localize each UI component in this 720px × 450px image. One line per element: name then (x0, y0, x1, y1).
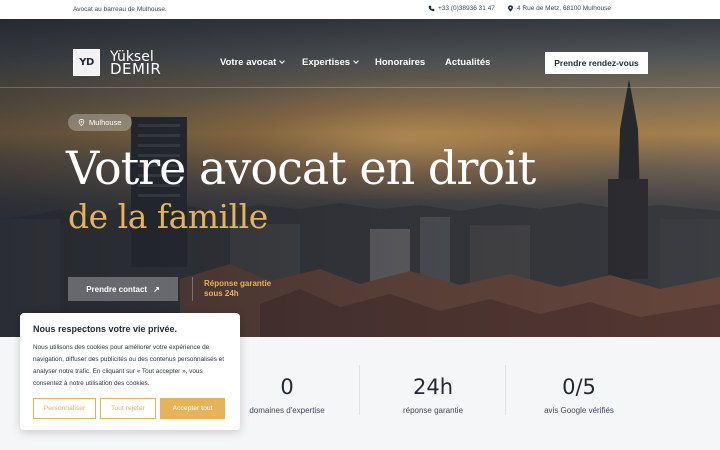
top-info-bar: Avocat au barreau de Mulhouse. +33 (0)38… (0, 0, 720, 19)
header-divider (0, 87, 720, 88)
address-text: 4 Rue de Metz, 68100 Mulhouse (517, 5, 611, 12)
chevron-down-icon (279, 58, 286, 64)
arrow-up-right-icon: ↗ (153, 284, 160, 294)
cookie-title: Nous respectons votre vie privée. (33, 324, 178, 334)
stat-expertise: 0 domaines d'expertise (249, 375, 325, 415)
map-pin-icon (508, 5, 513, 12)
cookie-customize-button[interactable]: Personnaliser (33, 398, 96, 419)
nav-honoraires[interactable]: Honoraires (375, 57, 425, 68)
logo-mark: YD (73, 49, 100, 76)
address-link[interactable]: 4 Rue de Metz, 68100 Mulhouse (507, 5, 611, 12)
phone-icon (428, 5, 435, 12)
contact-button[interactable]: Prendre contact ↗ (68, 277, 178, 301)
response-guarantee: Réponse garantie sous 24h (204, 279, 272, 298)
location-badge: Mulhouse (68, 114, 132, 131)
logo-last-name: DEMIR (110, 59, 162, 78)
chevron-down-icon (353, 58, 359, 64)
cookie-consent-banner: Nous respectons votre vie privée. Nous u… (20, 313, 240, 430)
hero-title: Votre avocat en droit (66, 141, 536, 195)
stat-google-reviews: 0/5 avis Google vérifiés (544, 375, 614, 415)
cookie-body: Nous utilisons des cookies pour améliore… (33, 344, 225, 387)
hero-subtitle: de la famille (68, 197, 268, 236)
cookie-accept-button[interactable]: Accepter tout (160, 398, 225, 419)
nav-votre-avocat[interactable]: Votre avocat (220, 57, 286, 68)
nav-actualites[interactable]: Actualités (445, 57, 490, 68)
book-appointment-button[interactable]: Prendre rendez-vous (545, 52, 648, 74)
stat-response: 24h réponse garantie (402, 375, 464, 415)
phone-text: +33 (0)38936 31 47 (438, 5, 495, 12)
nav-expertises[interactable]: Expertises (302, 57, 359, 68)
site-logo[interactable]: YD Yüksel DEMIR (73, 49, 161, 76)
cookie-reject-button[interactable]: Tout rejeter (100, 398, 156, 419)
phone-link[interactable]: +33 (0)38936 31 47 (428, 5, 495, 12)
hero-section: YD Yüksel DEMIR Votre avocat Expertises … (0, 19, 720, 337)
map-pin-icon (78, 119, 85, 126)
location-text: Mulhouse (89, 118, 122, 127)
tagline: Avocat au barreau de Mulhouse. (73, 6, 167, 13)
